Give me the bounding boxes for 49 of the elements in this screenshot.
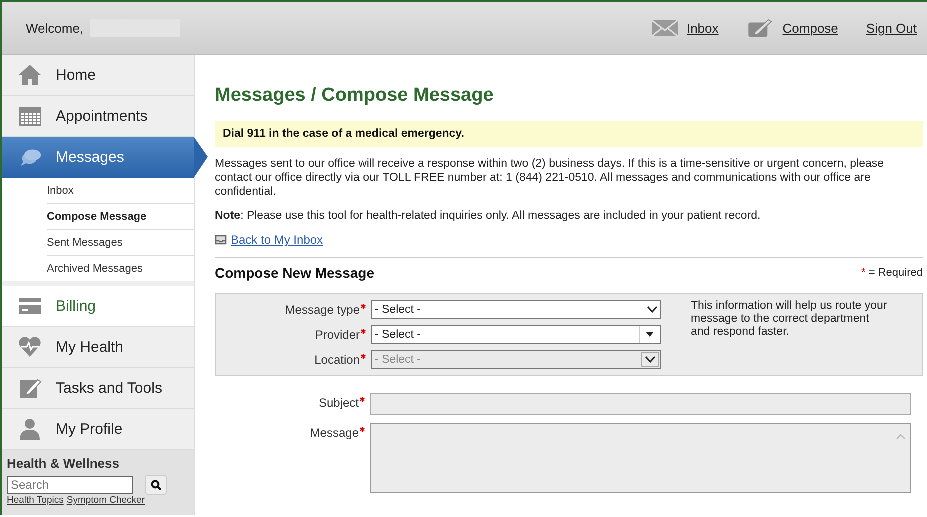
compose-link[interactable]: Compose [782, 20, 838, 36]
person-icon [18, 418, 42, 440]
house-icon [18, 64, 42, 86]
notepad-icon [18, 377, 42, 399]
note-paragraph: Note: Please use this tool for health-related inquiries only. All messages are included in your patient record. [215, 209, 762, 223]
nav-item[interactable]: Billing [2, 286, 194, 327]
emergency-alert: Dial 911 in the case of a medical emergency. [215, 121, 923, 147]
chat-icon [18, 146, 42, 168]
inbox-tray-icon [215, 235, 227, 245]
message-field[interactable] [370, 423, 911, 493]
calendar-icon [18, 105, 42, 127]
subnav-item[interactable]: Sent Messages [47, 230, 194, 256]
sign-out-link[interactable]: Sign Out [866, 20, 917, 36]
search-button[interactable] [145, 475, 167, 495]
inbox-link[interactable]: Inbox [686, 20, 719, 36]
help-text: This information will help us route your message to the correct department and respond faster. [691, 300, 888, 340]
nav-item[interactable]: My Health [2, 327, 194, 368]
section-title: Compose New Message [215, 265, 374, 281]
field-label: Provider [216, 328, 366, 342]
envelope-icon [650, 18, 679, 38]
card-icon [18, 295, 42, 317]
back-link[interactable]: Back to My Inbox [231, 233, 324, 247]
page-title: Messages / Compose Message [215, 85, 495, 107]
search-icon [150, 480, 162, 490]
welcome-text: Welcome, [26, 20, 84, 36]
scroll-up-icon [896, 434, 906, 440]
field-label: Message type [216, 302, 366, 316]
intro-paragraph: Messages sent to our office will receive a response within two (2) business days. If this is a time-sensitive or urgent concern, please contact our office directly via our TOLL FREE number at: 1 (844) 221-0510. All messages and communications with our office are confidential. [215, 157, 886, 199]
field-label: Message [215, 423, 365, 440]
pencil-note-icon [746, 18, 775, 38]
nav-item[interactable]: Tasks and Tools [2, 368, 194, 409]
subnav-item[interactable]: Archived Messages [47, 256, 194, 281]
subnav-item[interactable]: Inbox [47, 178, 194, 204]
field-label: Location [216, 352, 366, 366]
subject-field[interactable] [370, 393, 911, 415]
section-heading: Health & Wellness [7, 456, 120, 471]
select-field[interactable]: - Select - [371, 325, 661, 344]
required-legend: * = Required [862, 267, 923, 279]
nav-item[interactable]: Home [2, 55, 194, 96]
wellness-link[interactable]: Symptom Checker [66, 495, 145, 506]
heart-icon [18, 336, 42, 358]
dropdown-arrow-icon [646, 332, 654, 337]
wellness-link[interactable]: Health Topics [7, 495, 64, 506]
field-label: Subject [215, 393, 365, 410]
chevron-down-icon [646, 306, 658, 313]
select-field[interactable]: - Select - [371, 300, 661, 319]
subnav-item[interactable]: Compose Message [47, 204, 194, 230]
search-field[interactable]: Search [7, 476, 133, 494]
chevron-down-icon [644, 356, 656, 363]
